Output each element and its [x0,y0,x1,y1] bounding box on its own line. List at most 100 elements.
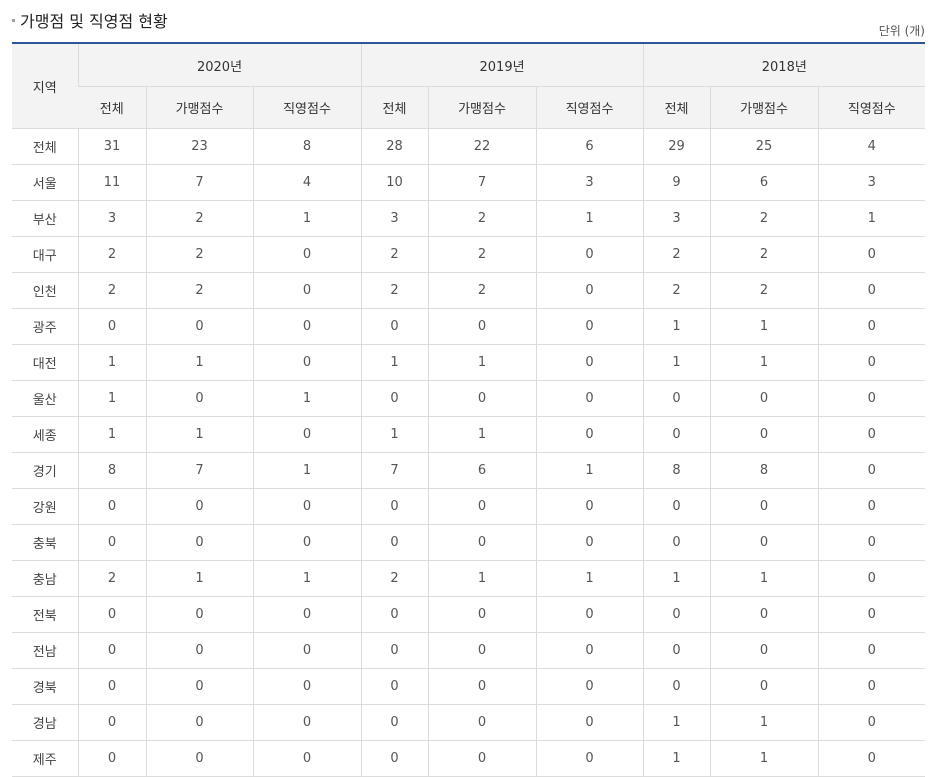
region-cell: 충북 [12,524,78,561]
value-cell: 0 [360,308,429,345]
value-cell: 0 [145,632,253,669]
value-cell: 1 [427,560,537,597]
header-franchise: 가맹점수 [145,86,253,129]
value-cell: 0 [709,416,819,453]
value-cell: 1 [535,560,644,597]
value-cell: 0 [817,560,926,597]
section-header: 가맹점 및 직영점 현황 단위 (개) [12,6,925,42]
value-cell: 8 [77,452,146,489]
table-row: 충북 0 0 0 0 0 0 0 0 0 [12,524,926,561]
value-cell: 2 [77,272,146,309]
unit-label: 단위 (개) [878,24,925,38]
value-cell: 1 [535,200,644,237]
header-franchise: 가맹점수 [709,86,819,129]
value-cell: 0 [427,668,537,705]
header-franchise: 가맹점수 [427,86,537,129]
value-cell: 0 [535,308,644,345]
value-cell: 8 [252,128,362,165]
value-cell: 0 [642,416,711,453]
value-cell: 2 [642,236,711,273]
value-cell: 0 [535,272,644,309]
header-direct: 직영점수 [252,86,362,129]
region-cell: 경기 [12,452,78,489]
value-cell: 0 [145,596,253,633]
value-cell: 0 [642,488,711,525]
value-cell: 1 [642,308,711,345]
value-cell: 1 [535,452,644,489]
value-cell: 0 [252,488,362,525]
value-cell: 2 [145,236,253,273]
value-cell: 1 [145,344,253,381]
value-cell: 0 [145,740,253,777]
value-cell: 0 [817,524,926,561]
table-row: 충남 2 1 1 2 1 1 1 1 0 [12,560,926,597]
value-cell: 0 [535,632,644,669]
value-cell: 0 [535,668,644,705]
value-cell: 0 [817,236,926,273]
value-cell: 1 [427,344,537,381]
value-cell: 0 [252,524,362,561]
value-cell: 0 [252,704,362,741]
value-cell: 0 [77,524,146,561]
value-cell: 0 [817,740,926,777]
table-row: 경기 8 7 1 7 6 1 8 8 0 [12,452,926,489]
value-cell: 0 [360,704,429,741]
value-cell: 1 [709,740,819,777]
value-cell: 25 [709,128,819,165]
value-cell: 1 [252,380,362,417]
value-cell: 1 [642,560,711,597]
value-cell: 0 [535,488,644,525]
value-cell: 23 [145,128,253,165]
value-cell: 2 [145,200,253,237]
value-cell: 22 [427,128,537,165]
header-total: 전체 [642,86,711,129]
value-cell: 0 [252,668,362,705]
value-cell: 0 [252,632,362,669]
header-region: 지역 [12,43,78,129]
value-cell: 9 [642,164,711,201]
value-cell: 0 [252,416,362,453]
value-cell: 0 [77,308,146,345]
value-cell: 1 [77,380,146,417]
value-cell: 1 [252,452,362,489]
value-cell: 1 [642,740,711,777]
value-cell: 6 [535,128,644,165]
value-cell: 8 [709,452,819,489]
value-cell: 0 [817,704,926,741]
value-cell: 0 [535,236,644,273]
value-cell: 0 [535,380,644,417]
value-cell: 0 [817,632,926,669]
value-cell: 0 [427,380,537,417]
value-cell: 1 [252,560,362,597]
value-cell: 1 [709,704,819,741]
value-cell: 1 [817,200,926,237]
value-cell: 1 [145,560,253,597]
header-total: 전체 [360,86,429,129]
value-cell: 0 [709,488,819,525]
region-cell: 대전 [12,344,78,381]
value-cell: 0 [77,488,146,525]
value-cell: 2 [360,560,429,597]
value-cell: 3 [642,200,711,237]
value-cell: 2 [709,236,819,273]
value-cell: 0 [817,344,926,381]
value-cell: 0 [360,524,429,561]
value-cell: 0 [360,740,429,777]
value-cell: 0 [535,344,644,381]
value-cell: 0 [252,344,362,381]
table-row: 강원 0 0 0 0 0 0 0 0 0 [12,488,926,525]
header-direct: 직영점수 [817,86,926,129]
value-cell: 0 [535,704,644,741]
value-cell: 0 [145,668,253,705]
value-cell: 0 [145,308,253,345]
value-cell: 7 [360,452,429,489]
header-row-subcolumns: 전체 가맹점수 직영점수 전체 가맹점수 직영점수 전체 가맹점수 직영점수 [12,86,926,129]
value-cell: 0 [145,704,253,741]
value-cell: 6 [427,452,537,489]
region-cell: 경북 [12,668,78,705]
value-cell: 0 [427,524,537,561]
value-cell: 8 [642,452,711,489]
value-cell: 0 [427,488,537,525]
table-row: 대구 2 2 0 2 2 0 2 2 0 [12,236,926,273]
value-cell: 1 [642,704,711,741]
